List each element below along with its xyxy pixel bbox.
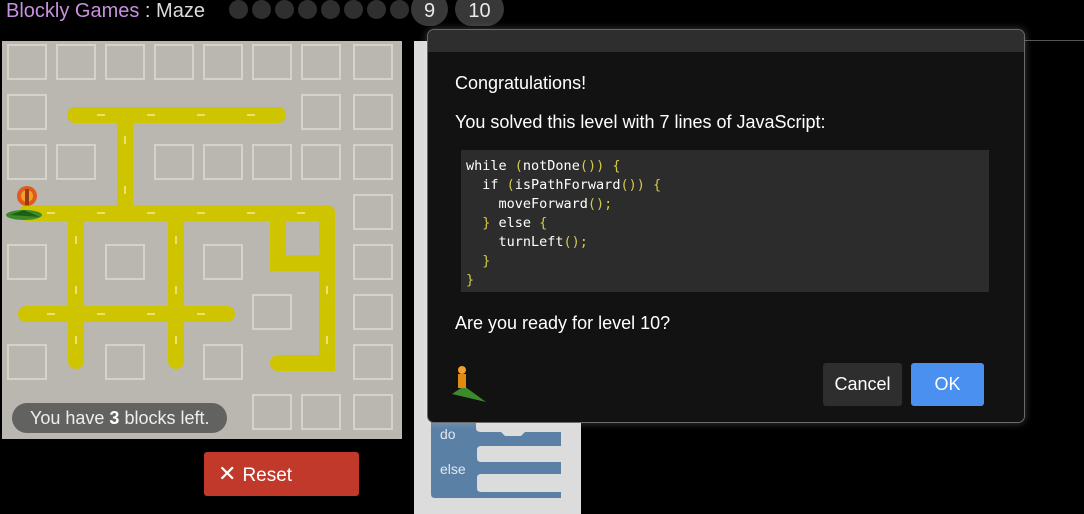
game-name: Maze (156, 0, 205, 22)
congratulations-dialog: Congratulations! You solved this level w… (427, 29, 1025, 423)
code-paren: } (466, 253, 491, 269)
ready-question: Are you ready for level 10? (455, 313, 671, 333)
level-dot-8[interactable] (390, 0, 409, 19)
pegman-icon (17, 186, 37, 206)
code-line: } else { (466, 215, 548, 231)
blocks-left-counter: You have 3 blocks left. (12, 403, 228, 433)
code-call: notDone (522, 158, 580, 174)
level-dot-3[interactable] (275, 0, 294, 19)
code-line: turnLeft(); (466, 234, 588, 250)
divider (1015, 40, 1084, 41)
blocks-left-prefix: You have (30, 408, 110, 428)
pegman-icon (452, 364, 488, 409)
code-keyword: while (466, 158, 515, 174)
pegman-figure (452, 366, 486, 402)
code-line: } (466, 272, 474, 288)
solved-message: You solved this level with 7 lines of Ja… (455, 112, 826, 132)
brand-link[interactable]: Blockly Games (6, 0, 139, 22)
reset-label: Reset (242, 465, 293, 486)
code-paren: ()) { (579, 158, 621, 174)
level-dot-1[interactable] (229, 0, 248, 19)
title-separator: : (139, 0, 157, 22)
code-paren: { (539, 215, 548, 231)
code-paren: ( (514, 158, 523, 174)
code-line: while (notDone()) { (466, 158, 620, 174)
maze-canvas (2, 41, 402, 439)
maze-map (6, 44, 393, 430)
close-icon: ✕ (218, 461, 237, 486)
code-paren: ( (506, 177, 515, 193)
else-label: else (440, 461, 466, 477)
cancel-button[interactable]: Cancel (823, 363, 902, 406)
level-dot-5[interactable] (321, 0, 340, 19)
level-9-button[interactable]: 9 (411, 0, 448, 26)
level-dot-4[interactable] (298, 0, 317, 19)
code-paren: } (466, 215, 491, 231)
if-else-block[interactable]: do else (431, 418, 566, 503)
level-dot-6[interactable] (344, 0, 363, 19)
start-marker-icon (6, 210, 42, 220)
blocks-left-count: 3 (109, 408, 120, 428)
reset-button[interactable]: ✕ Reset (204, 452, 359, 496)
code-paren: ()) { (620, 177, 662, 193)
code-paren: } (466, 272, 475, 288)
level-dot-2[interactable] (252, 0, 271, 19)
code-paren: (); (587, 196, 613, 212)
code-line: if (isPathForward()) { (466, 177, 662, 193)
blocks-left-suffix: blocks left. (119, 408, 210, 428)
level-dot-7[interactable] (367, 0, 386, 19)
code-block: while (notDone()) { if (isPathForward())… (461, 150, 989, 292)
ok-button[interactable]: OK (911, 363, 984, 406)
app-title: Blockly Games : Maze (6, 0, 205, 22)
code-line: } (466, 253, 490, 269)
dialog-title-bar[interactable] (428, 30, 1024, 52)
code-line: moveForward(); (466, 196, 613, 212)
do-label: do (440, 426, 456, 442)
level-10-button[interactable]: 10 (455, 0, 504, 26)
code-paren: (); (563, 234, 588, 250)
congratulations-text: Congratulations! (455, 73, 587, 93)
header-bar: Blockly Games : Maze 9 10 (0, 0, 1084, 26)
